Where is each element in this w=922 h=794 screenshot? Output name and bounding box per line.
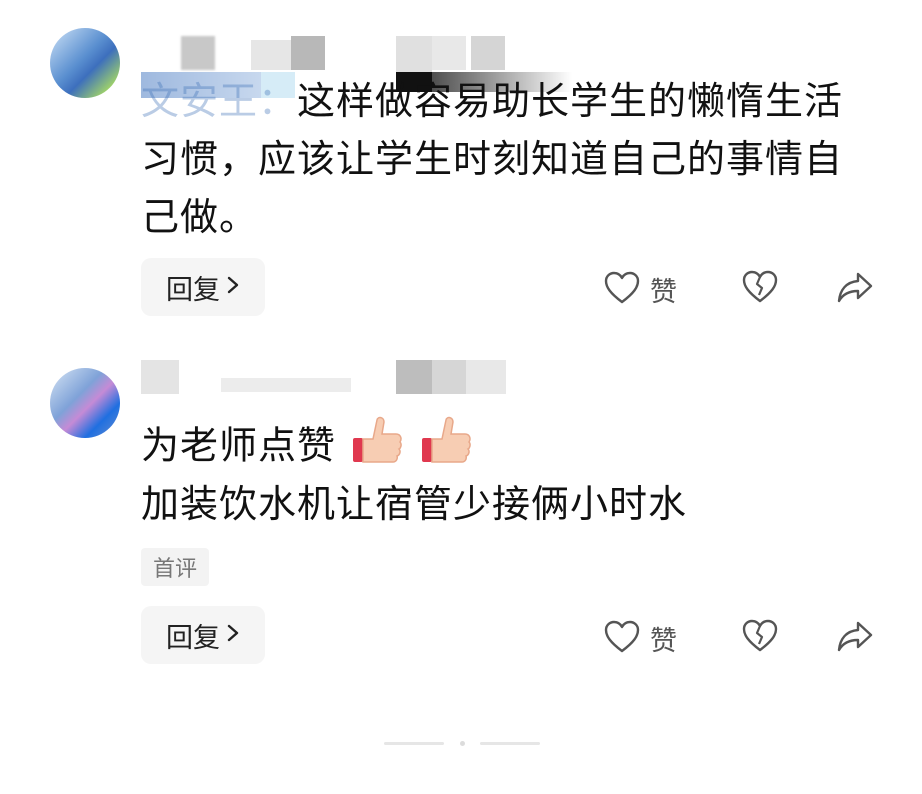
dislike-button[interactable] xyxy=(742,270,778,308)
like-button[interactable]: 赞 xyxy=(604,270,677,309)
comment-text: 文安王：这样做容易助长学生的懒惰生活习惯，应该让学生时刻知道自己的事情自己做。 xyxy=(141,79,844,239)
dislike-button[interactable] xyxy=(742,619,778,657)
chevron-right-icon xyxy=(226,620,240,650)
like-label: 赞 xyxy=(650,626,677,657)
avatar[interactable] xyxy=(50,28,120,98)
username-blurred[interactable] xyxy=(141,360,521,400)
like-button[interactable]: 赞 xyxy=(604,619,677,658)
heart-outline-icon xyxy=(604,271,640,309)
chevron-right-icon xyxy=(226,272,240,302)
broken-heart-icon xyxy=(742,619,778,657)
like-label: 赞 xyxy=(650,277,677,308)
share-arrow-icon xyxy=(836,619,874,657)
thumbs-up-emoji xyxy=(418,414,474,482)
thumbs-up-emoji xyxy=(349,414,405,482)
share-button[interactable] xyxy=(836,270,874,308)
avatar[interactable] xyxy=(50,368,120,438)
heart-outline-icon xyxy=(604,620,640,658)
reply-button[interactable]: 回复 xyxy=(141,258,265,316)
mention[interactable]: 文安王： xyxy=(141,79,297,123)
comment-text-line-1: 为老师点赞 xyxy=(141,414,881,482)
share-arrow-icon xyxy=(836,270,874,308)
first-comment-badge: 首评 xyxy=(141,548,210,586)
comment-text-line-2: 加装饮水机让宿管少接俩小时水 xyxy=(141,482,688,526)
reply-button[interactable]: 回复 xyxy=(141,606,265,664)
broken-heart-icon xyxy=(742,270,778,308)
share-button[interactable] xyxy=(836,619,874,657)
